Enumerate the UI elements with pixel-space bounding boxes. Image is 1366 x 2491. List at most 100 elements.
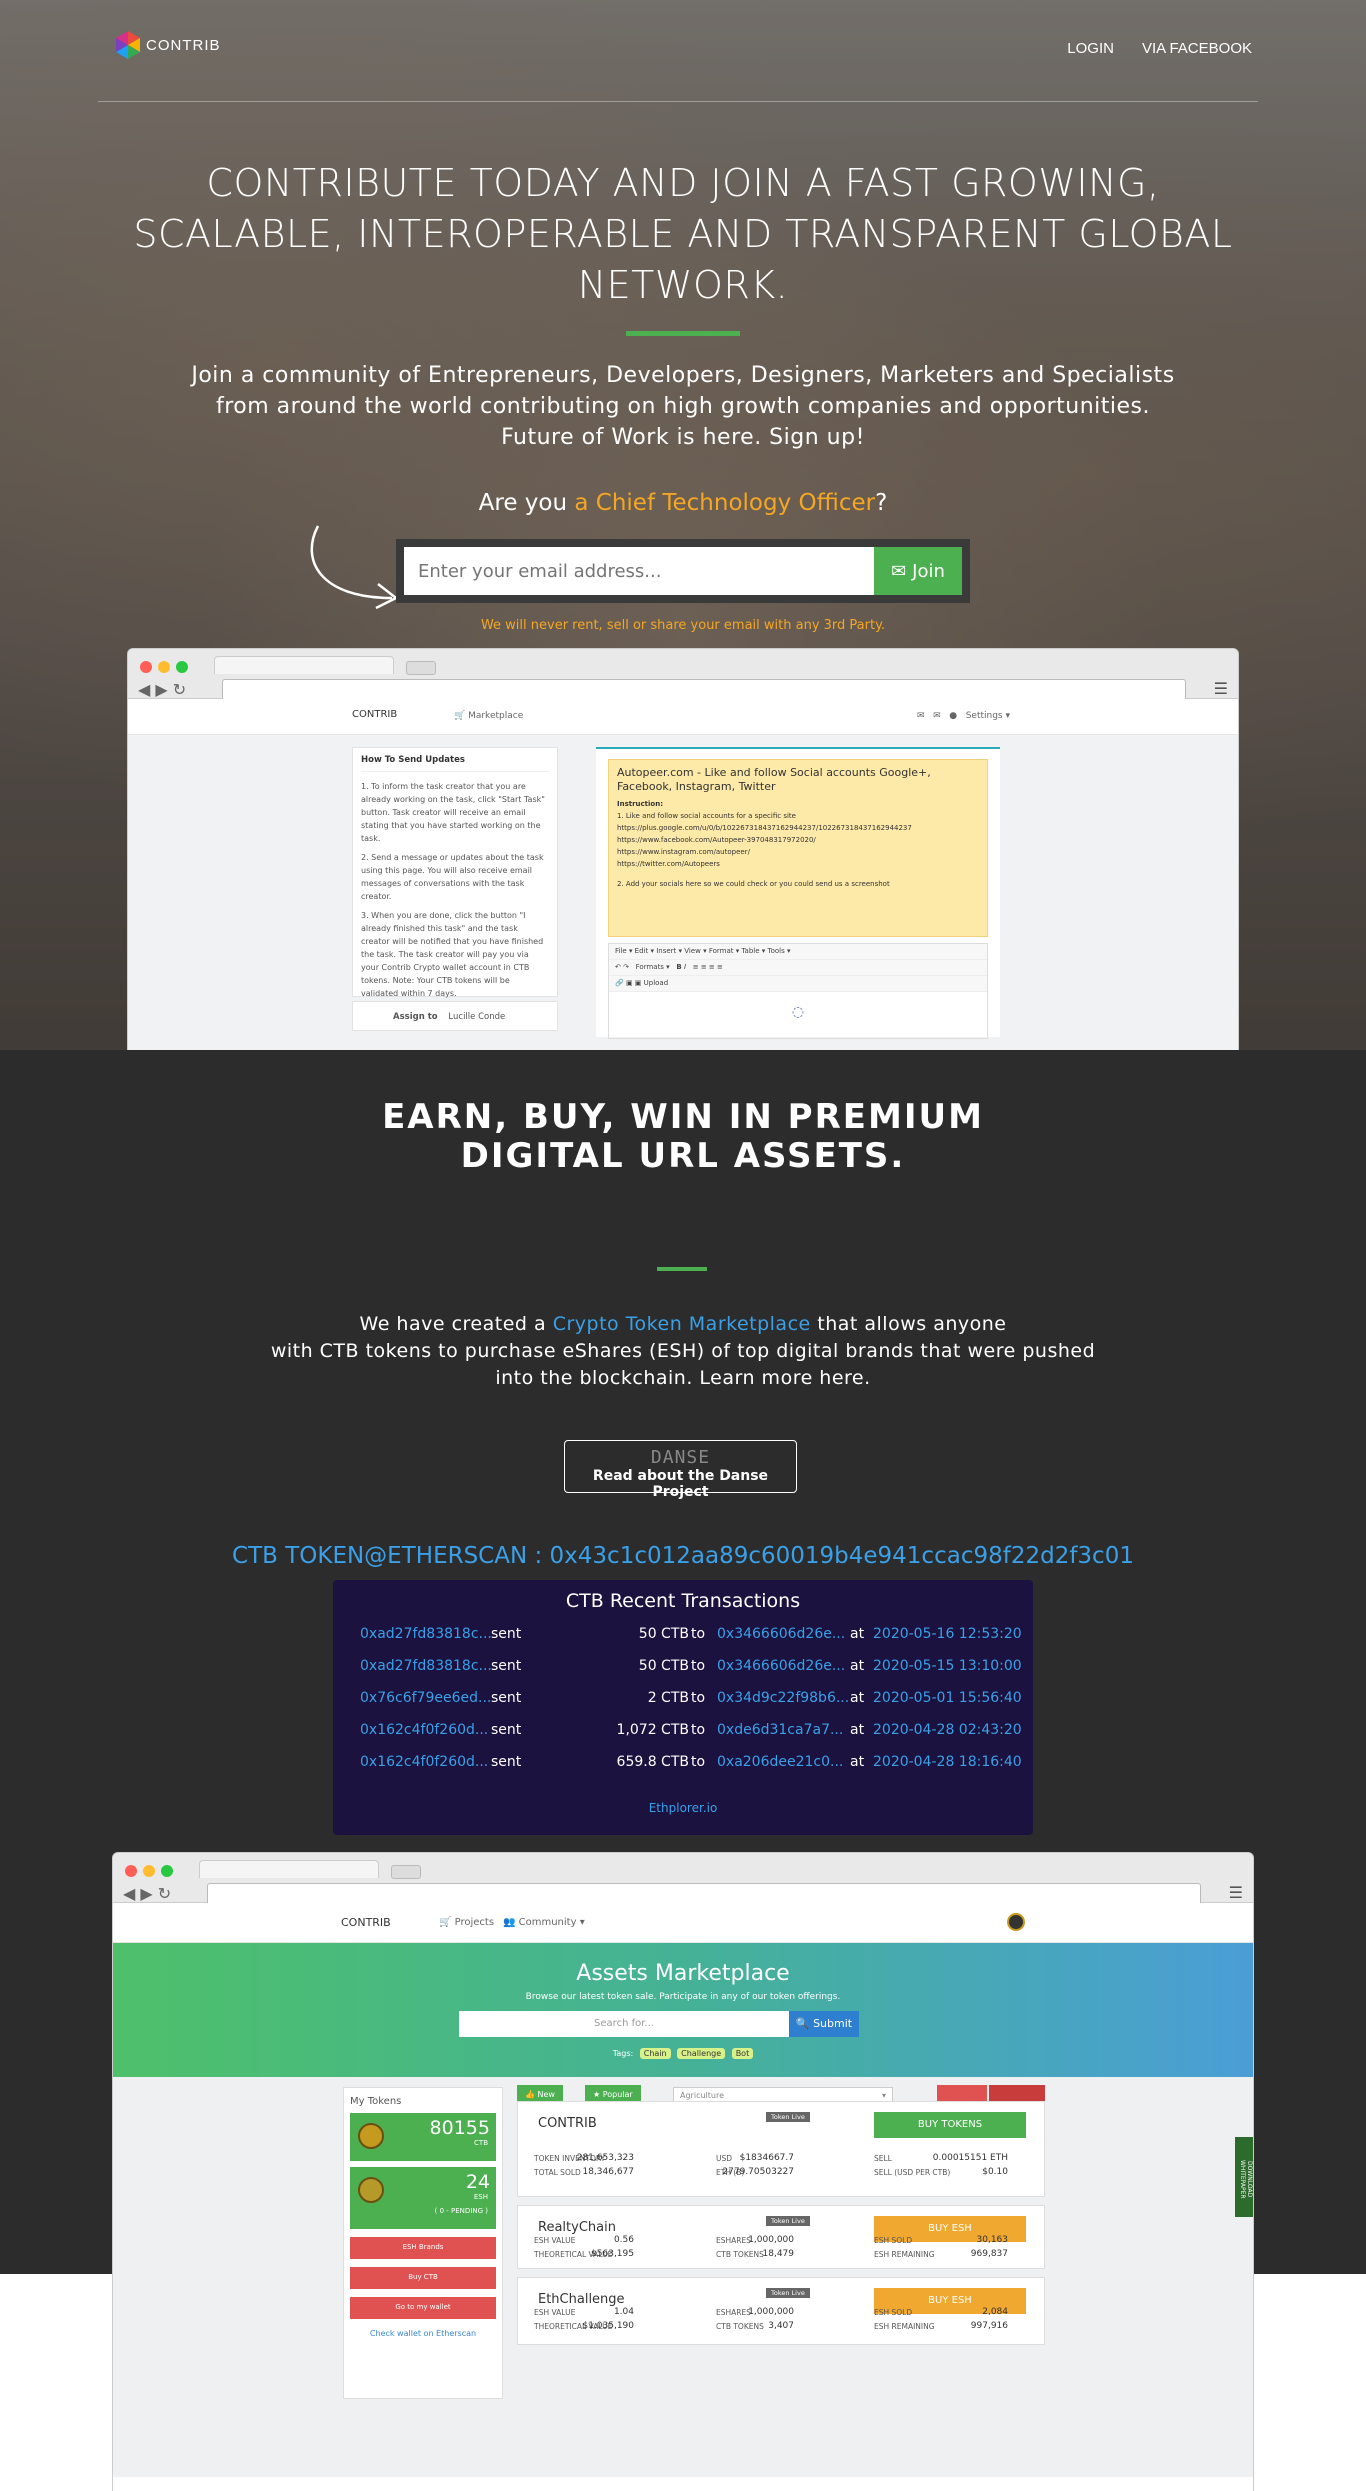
marketplace-header: CONTRIB 🛒 Projects 👥 Community ▾ bbox=[113, 1903, 1253, 1943]
role-question-suffix: ? bbox=[875, 490, 888, 516]
instruction-link[interactable]: https://www.instagram.com/autopeer/ bbox=[617, 846, 979, 858]
marketplace-search-button[interactable]: 🔍 Submit bbox=[789, 2011, 859, 2037]
sent-label: sent bbox=[491, 1754, 522, 1770]
login-link[interactable]: LOGIN bbox=[1067, 40, 1114, 57]
transaction-time-link[interactable]: 2020-04-28 02:43:20 bbox=[873, 1722, 1022, 1738]
join-button[interactable]: ✉ Join bbox=[874, 547, 962, 595]
sender-address-link[interactable]: 0x162c4f0f260d... bbox=[360, 1754, 488, 1770]
tag-list: Tags: Chain Challenge Bot bbox=[113, 2048, 1253, 2059]
filter-popular-label: Popular bbox=[602, 2090, 633, 2099]
transactions-title: CTB Recent Transactions bbox=[565, 1590, 801, 1612]
danse-button-label: Read about the Danse Project bbox=[592, 1468, 769, 1500]
instruction-link[interactable]: https://plus.google.com/u/0/b/1022673184… bbox=[617, 822, 979, 834]
transaction-row: 0xad27fd83818c... sent 50 CTB to 0x3466606d2… bbox=[333, 1618, 1033, 1650]
premium-subtitle-line: with CTB tokens to purchase eShares (ESH… bbox=[270, 1340, 1096, 1362]
hero-subtitle-line: Future of Work is here. Sign up! bbox=[501, 425, 865, 450]
how-to-title: How To Send Updates bbox=[361, 754, 549, 772]
esh-brands-button[interactable]: ESH Brands bbox=[350, 2237, 496, 2259]
recipient-address-link[interactable]: 0xde6d31ca7a7... bbox=[717, 1722, 843, 1738]
at-label: at bbox=[850, 1626, 865, 1642]
go-to-wallet-button[interactable]: Go to my wallet bbox=[350, 2297, 496, 2319]
sender-address-link[interactable]: 0x76c6f79ee6ed... bbox=[360, 1690, 491, 1706]
stat-label: USD bbox=[716, 2154, 733, 2163]
user-avatar[interactable] bbox=[1007, 1913, 1025, 1931]
token-card: CONTRIB Token Live BUY TOKENS TOKEN INVENTO… bbox=[517, 2101, 1045, 2197]
buy-button[interactable]: BUY TOKENS bbox=[874, 2112, 1026, 2138]
close-dot-icon bbox=[125, 1865, 137, 1877]
tag-chip[interactable]: Challenge bbox=[677, 2048, 726, 2059]
transaction-row: 0x162c4f0f260d... sent 659.8 CTB to 0xa206de… bbox=[333, 1746, 1033, 1778]
category-value: Agriculture bbox=[680, 2091, 724, 2100]
transaction-time-link[interactable]: 2020-05-15 13:10:00 bbox=[873, 1658, 1022, 1674]
tag-chip[interactable]: Chain bbox=[639, 2048, 671, 2059]
marketplace-label: Marketplace bbox=[468, 711, 524, 721]
stat-value: 1,000,000 bbox=[748, 2235, 794, 2245]
recipient-address-link[interactable]: 0x3466606d26e... bbox=[717, 1626, 845, 1642]
hamburger-menu-icon: ☰ bbox=[1213, 679, 1228, 698]
token-name: EthChallenge bbox=[538, 2292, 625, 2307]
sender-address-link[interactable]: 0xad27fd83818c... bbox=[360, 1658, 492, 1674]
stat-value: 1,000,000 bbox=[748, 2307, 794, 2317]
formats-dropdown: Formats ▾ bbox=[635, 963, 670, 971]
privacy-note: We will never rent, sell or share your e… bbox=[480, 618, 886, 633]
signup-form: ✉ Join bbox=[396, 539, 970, 603]
marketplace-nav: 🛒 Marketplace bbox=[454, 711, 524, 721]
loading-spinner-icon: ◌ bbox=[791, 1004, 805, 1020]
whitepaper-side-tab[interactable]: DOWNLOAD WHITEPAPER bbox=[1235, 2137, 1253, 2217]
email-input[interactable] bbox=[404, 547, 874, 595]
stat-value: 997,916 bbox=[970, 2321, 1008, 2331]
facebook-login-link[interactable]: VIA FACEBOOK bbox=[1142, 40, 1252, 57]
to-label: to bbox=[691, 1658, 706, 1674]
ctb-coin-icon bbox=[358, 2123, 384, 2149]
sender-address-link[interactable]: 0x162c4f0f260d... bbox=[360, 1722, 488, 1738]
role-question-prefix: Are you bbox=[478, 490, 568, 516]
token-live-badge: Token Live bbox=[766, 2288, 810, 2298]
stat-value: $1,035,190 bbox=[582, 2321, 634, 2331]
at-label: at bbox=[850, 1658, 865, 1674]
brand-logo[interactable]: CONTRIB bbox=[114, 30, 221, 60]
marketplace-title: Assets Marketplace bbox=[576, 1961, 790, 1986]
tag-chip[interactable]: Bot bbox=[731, 2048, 754, 2059]
transaction-time-link[interactable]: 2020-05-16 12:53:20 bbox=[873, 1626, 1022, 1642]
recipient-address-link[interactable]: 0x3466606d26e... bbox=[717, 1658, 845, 1674]
instruction-label: Instruction: bbox=[617, 800, 664, 808]
recipient-address-link[interactable]: 0x34d9c22f98b6... bbox=[717, 1690, 849, 1706]
instruction-link[interactable]: https://twitter.com/Autopeers bbox=[617, 858, 979, 870]
instruction-link[interactable]: https://www.facebook.com/Autopeer-397048… bbox=[617, 834, 979, 846]
esh-unit: ESH bbox=[473, 2193, 488, 2201]
task-screenshot-browser: ◀ ▶ ↻ ☰ CONTRIB 🛒 Marketplace ✉ ✉ ● Sett… bbox=[128, 649, 1238, 1050]
crypto-marketplace-link[interactable]: Crypto Token Marketplace bbox=[553, 1313, 811, 1335]
sender-address-link[interactable]: 0xad27fd83818c... bbox=[360, 1626, 492, 1642]
stat-label: ESH SOLD bbox=[874, 2308, 913, 2317]
rich-text-editor[interactable]: File ▾ Edit ▾ Insert ▾ View ▾ Format ▾ T… bbox=[608, 943, 988, 1039]
back-forward-reload-icon: ◀ ▶ ↻ bbox=[123, 1884, 172, 1903]
task-detail-panel: Autopeer.com - Like and follow Social ac… bbox=[596, 747, 1000, 1039]
stat-value: 18,346,677 bbox=[582, 2167, 634, 2177]
amount-value: 2 CTB bbox=[647, 1690, 689, 1706]
hero-title-line: SCALABLE, INTEROPERABLE AND TRANSPARENT … bbox=[133, 212, 1233, 256]
settings-label: Settings bbox=[965, 711, 1003, 721]
ctb-amount: 80155 bbox=[429, 2117, 490, 2139]
buy-ctb-button[interactable]: Buy CTB bbox=[350, 2267, 496, 2289]
community-nav: 👥 Community ▾ bbox=[503, 1917, 585, 1928]
token-card: EthChallenge Token Live BUY ESH ESH VALUE 1.… bbox=[517, 2277, 1045, 2345]
check-wallet-link[interactable]: Check wallet on Etherscan bbox=[350, 2329, 496, 2338]
marketplace-search-input[interactable]: Search for... bbox=[459, 2011, 789, 2037]
at-label: at bbox=[850, 1722, 865, 1738]
ctb-transactions-widget: CTB Recent Transactions 0xad27fd83818c..… bbox=[333, 1580, 1033, 1835]
task-instruction-card: Autopeer.com - Like and follow Social ac… bbox=[608, 759, 988, 937]
etherscan-token-link[interactable]: CTB TOKEN@ETHERSCAN : 0x43c1c012aa89c600… bbox=[183, 1543, 1183, 1569]
recipient-address-link[interactable]: 0xa206dee21c0... bbox=[717, 1754, 843, 1770]
danse-project-button[interactable]: DANSE Read about the Danse Project bbox=[564, 1440, 797, 1500]
transactions-list: 0xad27fd83818c... sent 50 CTB to 0x3466606d2… bbox=[333, 1618, 1033, 1778]
back-forward-reload-icon: ◀ ▶ ↻ bbox=[138, 680, 187, 699]
premium-divider bbox=[657, 1267, 707, 1271]
assign-panel: Assign to Lucille Conde bbox=[352, 1001, 558, 1031]
hero-subtitle-line: Join a community of Entrepreneurs, Devel… bbox=[191, 363, 1175, 388]
editor-toolbar-2: 🔗 ▣ ▣ Upload bbox=[609, 976, 987, 992]
transaction-time-link[interactable]: 2020-05-01 15:56:40 bbox=[873, 1690, 1022, 1706]
browser-tab bbox=[199, 1860, 379, 1878]
join-label: Join bbox=[912, 560, 945, 582]
ethplorer-link[interactable]: Ethplorer.io bbox=[333, 1801, 1033, 1815]
transaction-time-link[interactable]: 2020-04-28 18:16:40 bbox=[873, 1754, 1022, 1770]
